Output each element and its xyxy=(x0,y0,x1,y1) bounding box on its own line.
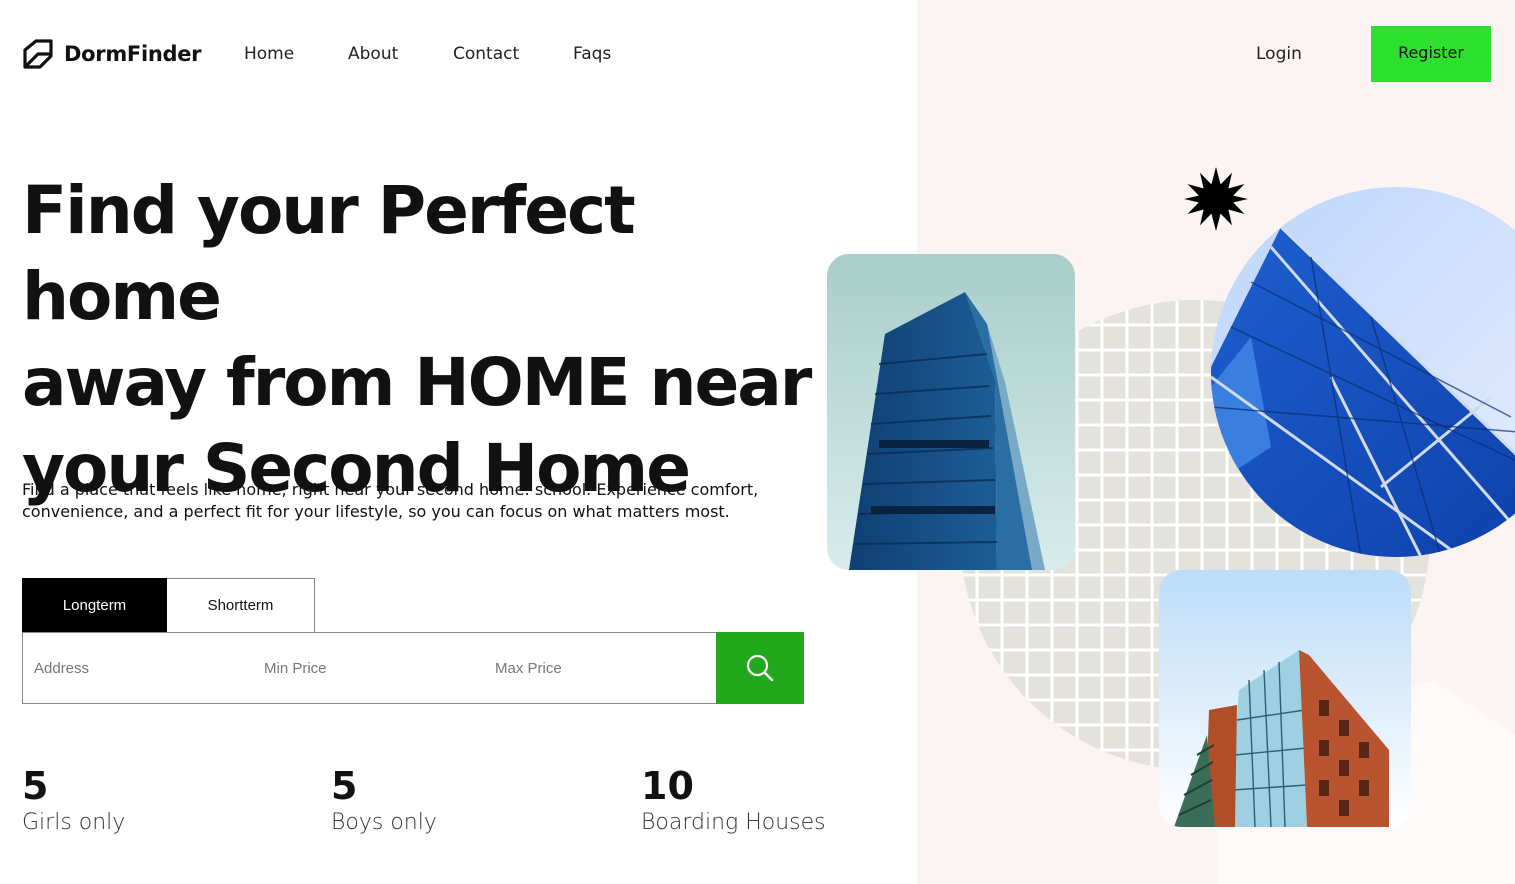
login-link[interactable]: Login xyxy=(1256,44,1302,64)
stat-girls-only: 5 Girls only xyxy=(22,764,125,838)
nav-link-about[interactable]: About xyxy=(348,44,398,64)
hero-subtitle: Find a place that feels like home, right… xyxy=(22,479,762,523)
hero-title-line-2: away from HOME near xyxy=(22,344,812,421)
hero-title: Find your Perfect home away from HOME ne… xyxy=(22,168,822,512)
stat-boarding-houses: 10 Boarding Houses xyxy=(641,764,826,838)
search-bar xyxy=(22,632,804,704)
nav-link-faqs[interactable]: Faqs xyxy=(573,44,611,64)
nav-link-contact[interactable]: Contact xyxy=(453,44,519,64)
brand-logo[interactable]: DormFinder xyxy=(22,38,202,70)
house-logo-icon xyxy=(23,39,53,69)
hero-title-line-1: Find your Perfect home xyxy=(22,172,636,335)
hero-subtitle-line-1: Find a place that feels like home, right… xyxy=(22,480,759,499)
min-price-input[interactable] xyxy=(264,633,484,703)
register-button[interactable]: Register xyxy=(1371,26,1491,82)
address-input[interactable] xyxy=(34,633,254,703)
tower-photo xyxy=(827,254,1075,570)
starburst-icon xyxy=(1184,167,1248,231)
stat-value: 10 xyxy=(641,764,694,808)
stat-label: Boys only xyxy=(331,810,437,835)
rental-term-tabs: Longterm Shortterm xyxy=(22,578,315,632)
stat-value: 5 xyxy=(331,764,358,808)
stat-label: Boarding Houses xyxy=(641,810,826,835)
tab-shortterm[interactable]: Shortterm xyxy=(167,578,315,632)
tab-longterm[interactable]: Longterm xyxy=(22,578,167,632)
hero-subtitle-line-2: convenience, and a perfect fit for your … xyxy=(22,502,730,521)
nav-link-home[interactable]: Home xyxy=(244,44,294,64)
search-icon xyxy=(746,654,774,682)
brick-building-photo xyxy=(1159,570,1411,827)
brand-name: DormFinder xyxy=(64,42,202,66)
stat-label: Girls only xyxy=(22,810,126,835)
max-price-input[interactable] xyxy=(495,633,715,703)
stat-value: 5 xyxy=(22,764,49,808)
stat-boys-only: 5 Boys only xyxy=(331,764,437,838)
search-button[interactable] xyxy=(716,632,804,704)
